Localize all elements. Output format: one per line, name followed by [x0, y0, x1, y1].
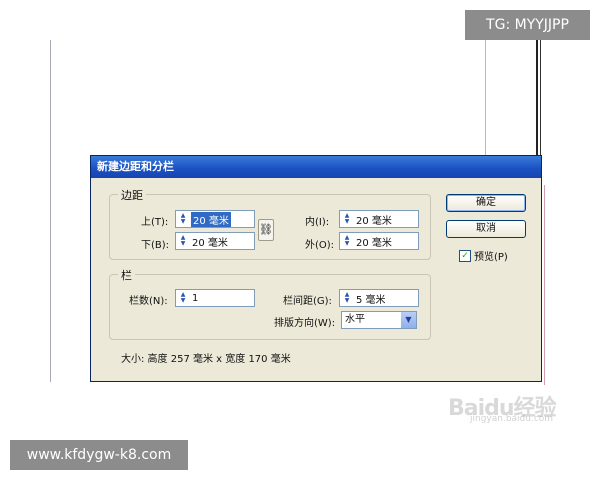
preview-label: 预览(P) — [474, 252, 508, 263]
tag-overlay: TG: MYYJJPP — [465, 10, 590, 40]
column-count-label: 栏数(N): — [129, 296, 168, 307]
outside-margin-label: 外(O): — [305, 240, 335, 251]
bottom-margin-value: 20 毫米 — [192, 237, 228, 249]
page-margin-guide-left — [50, 40, 51, 382]
top-margin-value: 20 毫米 — [191, 211, 231, 227]
margins-group-label: 边距 — [118, 187, 146, 203]
inside-margin-value: 20 毫米 — [356, 215, 392, 227]
page-edge-line — [536, 40, 538, 160]
gutter-stepper-icon[interactable]: ▲ ▼ — [341, 290, 353, 306]
outside-margin-value: 20 毫米 — [356, 237, 392, 249]
ok-button[interactable]: 确定 — [446, 194, 526, 212]
bottom-margin-field[interactable]: ▲ ▼ 20 毫米 — [175, 232, 255, 250]
page-size-text: 大小: 高度 257 毫米 x 宽度 170 毫米 — [121, 354, 291, 365]
inside-margin-stepper-icon[interactable]: ▲ ▼ — [341, 211, 353, 227]
gutter-field[interactable]: ▲ ▼ 5 毫米 — [339, 289, 419, 307]
top-margin-stepper-icon[interactable]: ▲ ▼ — [177, 211, 189, 227]
columns-group-label: 栏 — [118, 267, 135, 283]
columns-group: 栏 — [109, 267, 431, 340]
page-margin-guide-right — [485, 40, 486, 160]
top-margin-field[interactable]: ▲ ▼ 20 毫米 — [175, 210, 255, 228]
column-count-value: 1 — [192, 292, 199, 304]
outside-margin-field[interactable]: ▲ ▼ 20 毫米 — [339, 232, 419, 250]
column-count-stepper-icon[interactable]: ▲ ▼ — [177, 290, 189, 306]
cancel-button[interactable]: 取消 — [446, 220, 526, 238]
inside-margin-label: 内(I): — [305, 217, 330, 228]
site-overlay: www.kfdygw-k8.com — [10, 440, 188, 470]
direction-select[interactable]: 水平 ▼ — [341, 311, 417, 329]
bleed-guide — [544, 185, 545, 385]
preview-checkbox-row[interactable]: ✓ 预览(P) — [459, 248, 508, 263]
dialog-title[interactable]: 新建边距和分栏 — [91, 156, 541, 178]
direction-label: 排版方向(W): — [274, 318, 336, 329]
preview-checkbox[interactable]: ✓ — [459, 249, 471, 262]
inside-margin-field[interactable]: ▲ ▼ 20 毫米 — [339, 210, 419, 228]
page-edge-shadow — [540, 40, 541, 160]
column-count-field[interactable]: ▲ ▼ 1 — [175, 289, 255, 307]
direction-value: 水平 — [345, 314, 365, 325]
chevron-down-icon[interactable]: ▼ — [401, 312, 416, 328]
bottom-margin-label: 下(B): — [141, 240, 170, 251]
bottom-margin-stepper-icon[interactable]: ▲ ▼ — [177, 233, 189, 249]
gutter-value: 5 毫米 — [356, 294, 386, 306]
watermark-url: jingyan.baidu.com — [470, 414, 554, 424]
gutter-label: 栏间距(G): — [283, 296, 332, 307]
outside-margin-stepper-icon[interactable]: ▲ ▼ — [341, 233, 353, 249]
top-margin-label: 上(T): — [141, 217, 169, 228]
chain-link-icon[interactable]: ⛓ — [258, 219, 274, 241]
new-margins-columns-dialog: 新建边距和分栏 边距 上(T): ▲ ▼ 20 毫米 下(B): ▲ ▼ 20 毫米… — [90, 155, 542, 382]
